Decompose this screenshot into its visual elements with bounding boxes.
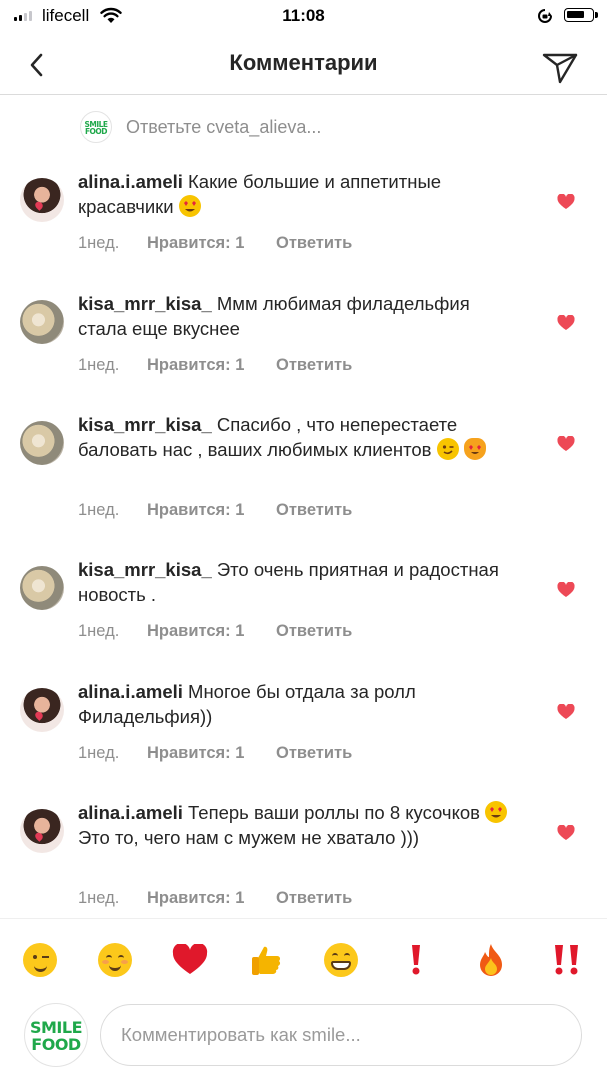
wink-emoji-button[interactable] (21, 941, 59, 979)
direct-share-button[interactable] (538, 43, 582, 87)
like-heart-icon[interactable] (557, 194, 575, 210)
comment-input[interactable] (100, 1004, 582, 1066)
comment-username[interactable]: alina.i.ameli (78, 802, 183, 823)
orientation-lock-icon (538, 9, 552, 23)
comment-likes-count[interactable]: Нравится: 1 (147, 234, 276, 253)
comment-username[interactable]: alina.i.ameli (78, 171, 183, 192)
like-heart-icon[interactable] (557, 825, 575, 841)
heart-eyes-emoji-icon (485, 801, 508, 823)
smiling-blush-emoji-button[interactable] (96, 941, 134, 979)
comment-text-part-1: Теперь ваши роллы по 8 кусочков (188, 802, 480, 823)
smiling-blush-icon (98, 943, 132, 977)
wink-icon (23, 943, 57, 977)
red-heart-emoji-button[interactable] (171, 941, 209, 979)
comment-timestamp: 1нед. (78, 889, 120, 907)
header: Комментарии (0, 34, 607, 95)
red-heart-icon (172, 944, 208, 974)
status-bar: lifecell 11:08 (0, 0, 607, 34)
emoji-quick-bar (0, 918, 607, 1001)
battery-icon (564, 8, 598, 22)
avatar[interactable] (20, 566, 64, 610)
comment-text-part-2: Это то, чего нам с мужем не хватало ))) (78, 826, 420, 848)
comment-timestamp: 1нед. (78, 356, 120, 374)
comment-reply-button[interactable]: Ответить (276, 744, 352, 763)
page-title: Комментарии (229, 50, 378, 75)
double-exclamation-emoji-button[interactable] (548, 941, 586, 979)
comment-username[interactable]: kisa_mrr_kisa_ (78, 414, 212, 435)
reply-prompt-text: Ответьте cveta_alieva... (126, 116, 322, 137)
comment-likes-count[interactable]: Нравится: 1 (147, 744, 276, 763)
like-heart-icon[interactable] (557, 436, 575, 452)
thumbs-up-emoji-button[interactable] (247, 941, 285, 979)
like-heart-icon[interactable] (557, 704, 575, 720)
avatar[interactable] (20, 178, 64, 222)
comment-likes-count[interactable]: Нравится: 1 (147, 356, 276, 375)
comment-timestamp: 1нед. (78, 622, 120, 640)
grin-emoji-button[interactable] (322, 941, 360, 979)
fire-emoji-button[interactable] (472, 941, 510, 979)
clock: 11:08 (282, 6, 325, 25)
avatar[interactable] (20, 688, 64, 732)
comment-reply-button[interactable]: Ответить (276, 501, 352, 520)
smile-food-avatar: SMILE FOOD (80, 111, 112, 143)
fire-icon (480, 944, 502, 976)
comment-reply-button[interactable]: Ответить (276, 889, 352, 908)
grin-icon (324, 943, 358, 977)
heart-eyes-cat-emoji-icon (463, 437, 486, 460)
avatar[interactable] (20, 421, 64, 465)
comment-username[interactable]: kisa_mrr_kisa_ (78, 293, 212, 314)
comment-timestamp: 1нед. (78, 744, 120, 762)
double-exclamation-icon (555, 945, 578, 975)
like-heart-icon[interactable] (557, 582, 575, 598)
comment-reply-button[interactable]: Ответить (276, 356, 352, 375)
wink-emoji-icon (436, 437, 459, 460)
like-heart-icon[interactable] (557, 315, 575, 331)
comment-reply-button[interactable]: Ответить (276, 622, 352, 641)
exclamation-emoji-button[interactable] (397, 941, 435, 979)
comment-reply-button[interactable]: Ответить (276, 234, 352, 253)
avatar[interactable] (20, 809, 64, 853)
reply-prompt[interactable]: SMILE FOOD Ответьте cveta_alieva... (80, 111, 321, 143)
comment-username[interactable]: alina.i.ameli (78, 681, 183, 702)
comment-username[interactable]: kisa_mrr_kisa_ (78, 559, 212, 580)
exclamation-icon (412, 945, 420, 975)
comment-likes-count[interactable]: Нравится: 1 (147, 501, 276, 520)
heart-eyes-emoji-icon (178, 194, 201, 217)
comment-likes-count[interactable]: Нравится: 1 (147, 622, 276, 641)
comment-timestamp: 1нед. (78, 501, 120, 519)
comment-timestamp: 1нед. (78, 234, 120, 252)
current-user-avatar: SMILE FOOD (24, 1003, 88, 1067)
thumbs-up-icon (252, 946, 281, 975)
comment-likes-count[interactable]: Нравится: 1 (147, 889, 276, 908)
avatar[interactable] (20, 300, 64, 344)
